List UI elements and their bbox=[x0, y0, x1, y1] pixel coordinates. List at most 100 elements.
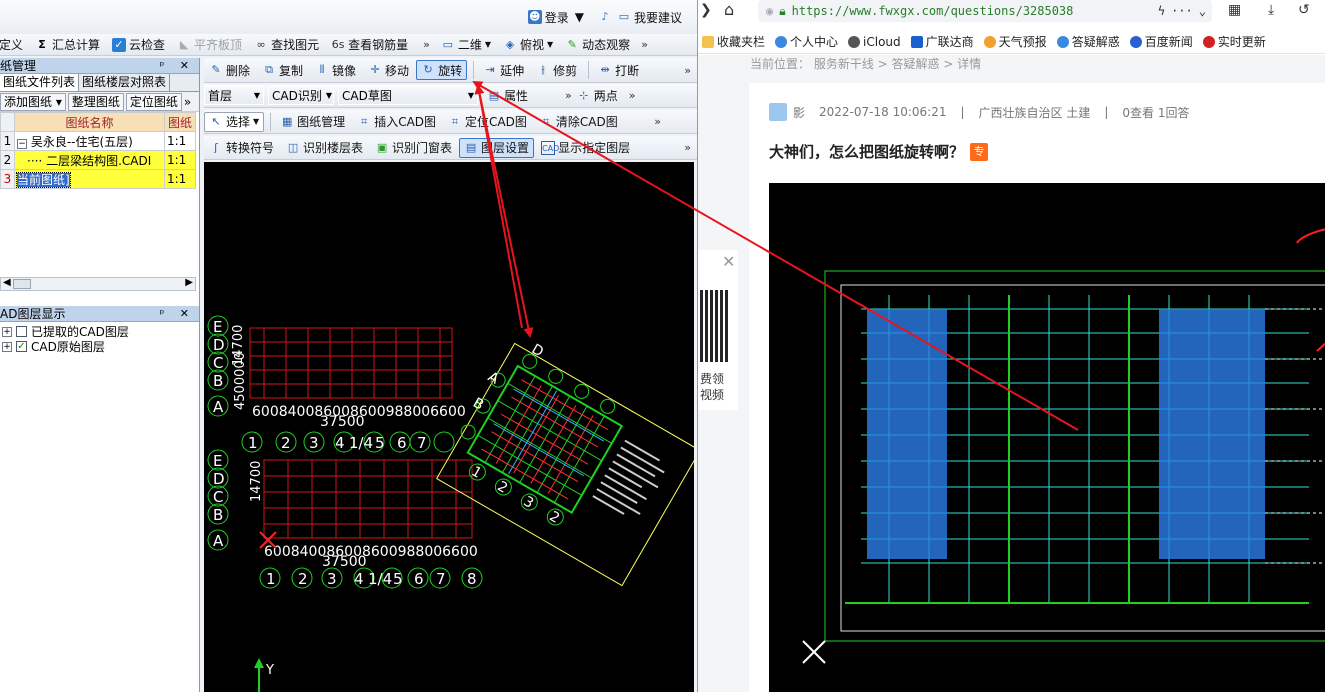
recognize-floor-table-button[interactable]: ◫ 识别楼层表 bbox=[281, 138, 368, 158]
cad-sketch-select[interactable]: CAD草图 ▼ bbox=[338, 86, 478, 105]
tab-floor-mapping[interactable]: 图纸楼层对照表 bbox=[79, 74, 171, 91]
mirror-button[interactable]: ⫴ 镜像 bbox=[310, 60, 361, 80]
rotate-button[interactable]: ↻ 旋转 bbox=[416, 60, 468, 80]
panel-tabs: 图纸文件列表 图纸楼层对照表 bbox=[0, 74, 199, 92]
cad-canvas[interactable]: E D C B A 1 2 3 4 1/4 5 6 7 600840086008… bbox=[204, 162, 694, 692]
bookmark-item[interactable]: 百度新闻 bbox=[1129, 33, 1193, 50]
extend-button[interactable]: ⇥ 延伸 bbox=[478, 60, 529, 80]
define-button[interactable]: 定义 bbox=[0, 35, 28, 55]
layer-checkbox-checked[interactable]: ✓ bbox=[16, 341, 27, 352]
layer-item-extracted[interactable]: + 已提取的CAD图层 bbox=[2, 324, 129, 339]
find-element-button[interactable]: ∞ 查找图元 bbox=[249, 35, 324, 55]
convert-symbol-button[interactable]: ʃ 转换符号 bbox=[204, 138, 279, 158]
bookmark-item[interactable]: iCloud bbox=[848, 35, 901, 49]
two-point-button[interactable]: ⊹ 两点 bbox=[572, 86, 623, 106]
layer-settings-button[interactable]: ▤ 图层设置 bbox=[459, 137, 535, 158]
summary-calc-button[interactable]: Σ 汇总计算 bbox=[30, 35, 105, 55]
overflow-chevron-icon[interactable]: » bbox=[629, 89, 636, 102]
overflow-chevron-icon[interactable]: » bbox=[423, 38, 430, 51]
copy-button[interactable]: ⧉ 复制 bbox=[257, 60, 308, 80]
layer-checkbox[interactable] bbox=[16, 326, 27, 337]
undo-icon[interactable]: ↺ bbox=[1298, 2, 1310, 18]
scroll-right-icon[interactable]: ▶ bbox=[185, 277, 193, 288]
floor-toolbar: 首层 ▼ CAD识别 ▼ CAD草图 ▼ ▤ 属性 » ⊹ 两点 » bbox=[204, 84, 697, 108]
locate-cad-button[interactable]: ⌗ 定位CAD图 bbox=[443, 112, 532, 132]
axis-col: 4 bbox=[354, 570, 364, 588]
trim-button[interactable]: ⫲ 修剪 bbox=[531, 60, 582, 80]
cloud-check-button[interactable]: ✓ 云检查 bbox=[107, 35, 170, 55]
bell-icon[interactable]: ♪ bbox=[598, 10, 612, 24]
home-icon[interactable]: ⌂ bbox=[724, 0, 734, 19]
cad-recognize-select[interactable]: CAD识别 ▼ bbox=[268, 86, 334, 105]
expand-icon[interactable]: + bbox=[2, 341, 12, 352]
view-2d-dropdown[interactable]: ▭ 二维 ▼ bbox=[436, 35, 496, 55]
expand-icon[interactable]: + bbox=[2, 326, 12, 337]
dynamic-view-button[interactable]: ✎ 动态观察 bbox=[560, 35, 635, 55]
overflow-chevron-icon[interactable]: » bbox=[184, 95, 191, 109]
table-row-selected[interactable]: 3 当前图纸] 1:1 bbox=[0, 169, 196, 189]
url-field[interactable]: ◉ 🔒︎ https://www.fwxgx.com/questions/328… bbox=[758, 0, 1212, 22]
table-row[interactable]: 1 − 吴永良--住宅(五层) 1:1 bbox=[0, 131, 196, 151]
clear-cad-button[interactable]: ⌗ 清除CAD图 bbox=[534, 112, 623, 132]
table-row[interactable]: 2 ···· 二层梁结构图.CADI 1:1 bbox=[0, 150, 196, 170]
panel-controls[interactable]: ᵖ ✕ bbox=[160, 59, 195, 72]
chevron-down-icon: ▼ bbox=[574, 10, 584, 24]
flush-slab-button[interactable]: ◣ 平齐板顶 bbox=[172, 35, 247, 55]
insert-cad-button[interactable]: ⌗ 插入CAD图 bbox=[352, 112, 441, 132]
row-name-edit[interactable]: 当前图纸] bbox=[14, 169, 165, 189]
recognize-door-window-button[interactable]: ▣ 识别门窗表 bbox=[370, 138, 457, 158]
bookmark-item[interactable]: 答疑解惑 bbox=[1056, 33, 1120, 50]
select-button[interactable]: ↖ 选择 ▼ bbox=[204, 111, 265, 132]
axis-row-e: E bbox=[213, 318, 222, 336]
chevron-down-icon[interactable]: ⌄ bbox=[1199, 4, 1206, 18]
horizontal-scrollbar[interactable]: ◀ ▶ bbox=[0, 277, 196, 291]
bookmark-item[interactable]: 个人中心 bbox=[775, 33, 838, 50]
panel-controls[interactable]: ᵖ ✕ bbox=[160, 307, 195, 320]
add-drawing-button[interactable]: 添加图纸 ▾ bbox=[0, 92, 66, 111]
author-name[interactable]: 影 bbox=[793, 104, 805, 121]
floor-select[interactable]: 首层 ▼ bbox=[204, 86, 264, 105]
delete-button[interactable]: ✎ 删除 bbox=[204, 60, 255, 80]
organize-drawing-button[interactable]: 整理图纸 bbox=[67, 92, 124, 111]
bookmark-item[interactable]: 天气预报 bbox=[983, 33, 1047, 50]
show-layer-button[interactable]: CAD 显示指定图层 bbox=[536, 138, 635, 158]
login-button[interactable]: ☻ 登录 ▼ bbox=[523, 7, 596, 27]
overflow-chevron-icon[interactable]: » bbox=[654, 115, 661, 128]
annotation-arrow bbox=[1296, 228, 1325, 244]
tab-drawing-list[interactable]: 图纸文件列表 bbox=[0, 74, 80, 91]
close-cross-icon[interactable] bbox=[802, 640, 826, 664]
cad-drawing: E D C B A 1 2 3 4 1/4 5 6 7 600840086008… bbox=[207, 315, 694, 692]
property-button[interactable]: ▤ 属性 bbox=[482, 86, 533, 106]
close-icon[interactable]: ✕ bbox=[722, 252, 735, 271]
avatar[interactable] bbox=[769, 103, 787, 121]
paw-icon bbox=[1129, 35, 1142, 48]
break-button[interactable]: ⇹ 打断 bbox=[593, 60, 644, 80]
locate-drawing-button[interactable]: 定位图纸 bbox=[125, 92, 182, 111]
drawing-manage-button[interactable]: ▦ 图纸管理 bbox=[275, 112, 350, 132]
overflow-chevron-icon[interactable]: » bbox=[565, 89, 572, 102]
move-button[interactable]: ✛ 移动 bbox=[363, 60, 414, 80]
more-icon[interactable]: ··· bbox=[1171, 4, 1193, 18]
extend-icon: ⇥ bbox=[485, 63, 495, 76]
back-icon[interactable]: ❯ bbox=[700, 2, 712, 18]
scroll-thumb[interactable] bbox=[13, 279, 31, 289]
bookmark-item[interactable]: 实时更新 bbox=[1202, 33, 1266, 50]
overflow-chevron-icon[interactable]: » bbox=[684, 64, 691, 77]
copy-icon: ⧉ bbox=[265, 63, 273, 76]
download-icon[interactable]: ⤓ bbox=[1268, 2, 1274, 18]
suggest-button[interactable]: ▭ 我要建议 bbox=[612, 7, 687, 27]
row-name: − 吴永良--住宅(五层) bbox=[14, 131, 165, 151]
question-screenshot[interactable] bbox=[769, 183, 1325, 692]
overflow-chevron-icon[interactable]: » bbox=[684, 141, 691, 154]
dimension-left: 14700 bbox=[249, 461, 264, 502]
view-top-dropdown[interactable]: ◈ 俯视 ▼ bbox=[498, 35, 558, 55]
bookmark-item[interactable]: 广联达商 bbox=[910, 33, 974, 50]
scroll-left-icon[interactable]: ◀ bbox=[3, 277, 11, 288]
lightning-icon[interactable]: ϟ bbox=[1158, 4, 1165, 18]
overflow-chevron-icon[interactable]: » bbox=[641, 38, 648, 51]
layer-item-original[interactable]: + ✓ CAD原始图层 bbox=[2, 339, 129, 354]
bookmark-folder[interactable]: 收藏夹栏 bbox=[702, 33, 765, 50]
view-rebar-button[interactable]: 6s 查看钢筋量 bbox=[326, 35, 413, 55]
collapse-icon[interactable]: − bbox=[17, 138, 27, 149]
grid-icon[interactable]: ▦ bbox=[1228, 2, 1241, 18]
